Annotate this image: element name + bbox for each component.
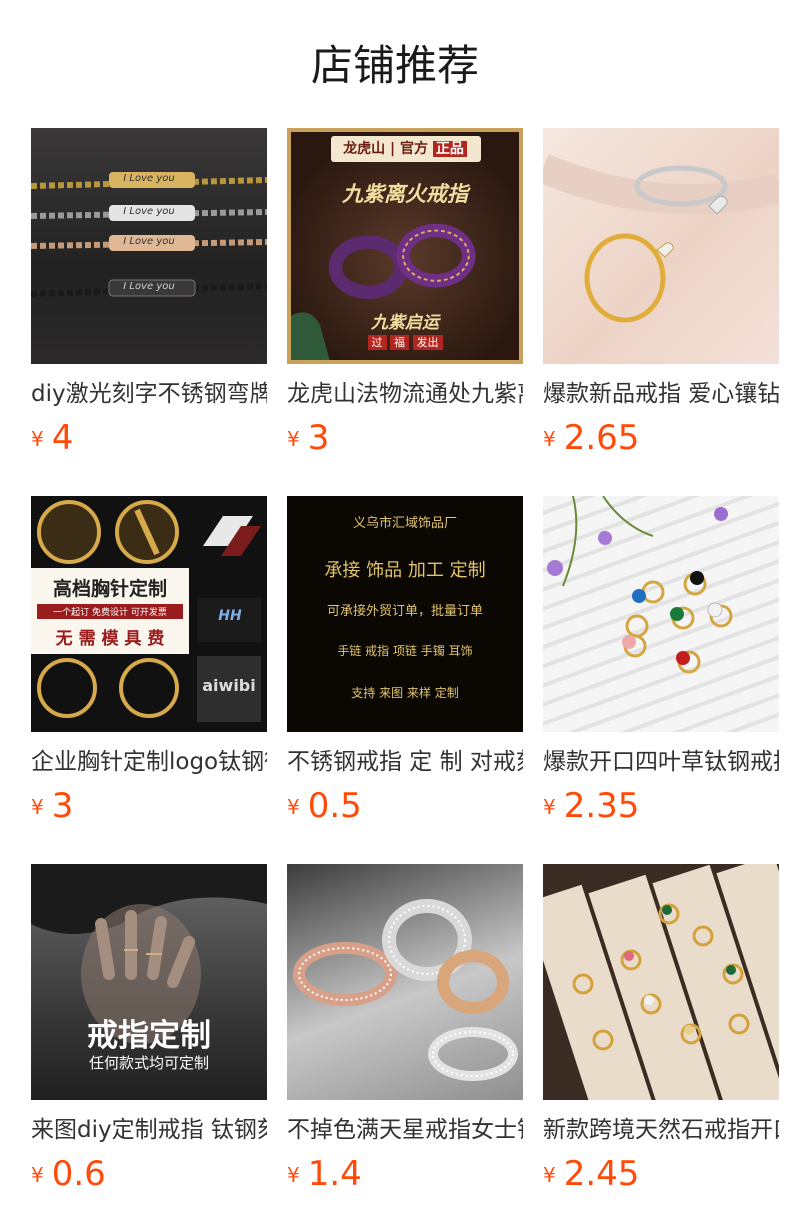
engraving-text-2: I Love you — [123, 206, 175, 217]
product-card[interactable]: I Love you I Love you I Love you I Love … — [31, 128, 267, 458]
product-image-factory-ad[interactable]: 义乌市汇域饰品厂 承接 饰品 加工 定制 可承接外贸订单，批量订单 手链 戒指 … — [287, 496, 523, 732]
clover-rings-illustration — [547, 496, 733, 674]
engraving-text-4: I Love you — [123, 281, 175, 292]
product-card[interactable]: 爆款新品戒指 爱心镶钻开口戒 ¥2.65 — [543, 128, 779, 458]
product-image-clover-rings[interactable] — [543, 496, 779, 732]
product-price: ¥3 — [287, 418, 330, 458]
engraving-text-1: I Love you — [123, 173, 175, 184]
ad-line-1: 义乌市汇域饰品厂 — [352, 516, 457, 531]
product-card[interactable]: 龙虎山 | 官方 正品 九紫离火戒指 九紫启运 过 福 发出 龙虎山法物流通处九… — [287, 128, 523, 458]
product-name[interactable]: diy激光刻字不锈钢弯牌手链 — [31, 378, 267, 410]
product-image-heart-rings[interactable] — [543, 128, 779, 364]
product-name[interactable]: 来图diy定制戒指 钛钢刻字 — [31, 1114, 267, 1146]
subline: 一个起订 免费设计 可开发票 — [37, 604, 183, 619]
engraving-text-3: I Love you — [123, 236, 175, 247]
headline: 高档胸针定制 — [52, 578, 167, 600]
heart-rings-illustration — [543, 154, 779, 323]
product-card[interactable]: 新款跨境天然石戒指开口 ¥2.45 — [543, 864, 779, 1194]
ad-line-3: 可承接外贸订单，批量订单 — [326, 604, 483, 619]
product-image-custom-ring[interactable]: 戒指定制 任何款式均可定制 — [31, 864, 267, 1100]
product-name[interactable]: 不锈钢戒指 定 制 对戒刻字 — [287, 746, 523, 778]
product-price: ¥2.45 — [543, 1154, 640, 1194]
product-price: ¥1.4 — [287, 1154, 362, 1194]
product-price: ¥0.5 — [287, 786, 362, 826]
section-title: 店铺推荐 — [310, 41, 479, 90]
product-price: ¥2.65 — [543, 418, 640, 458]
product-price: ¥0.6 — [31, 1154, 106, 1194]
slogan: 九紫启运 — [371, 313, 439, 333]
product-name[interactable]: 爆款新品戒指 爱心镶钻开口戒 — [543, 378, 779, 410]
product-image-bracelets[interactable]: I Love you I Love you I Love you I Love … — [31, 128, 267, 364]
product-image-starry-rings[interactable] — [287, 864, 523, 1100]
headline: 戒指定制 — [87, 1018, 211, 1054]
product-card[interactable]: 高档胸针定制 一个起订 免费设计 可开发票 无 需 模 具 费 HH aiwib… — [31, 496, 267, 826]
product-card[interactable]: 不掉色满天星戒指女士钛钢 ¥1.4 — [287, 864, 523, 1194]
product-name[interactable]: 龙虎山法物流通处九紫离火戒指 — [287, 378, 523, 410]
product-name[interactable]: 爆款开口四叶草钛钢戒指 — [543, 746, 779, 778]
product-price: ¥2.35 — [543, 786, 640, 826]
product-price: ¥3 — [31, 786, 74, 826]
product-card[interactable]: 爆款开口四叶草钛钢戒指 ¥2.35 — [543, 496, 779, 826]
subline: 任何款式均可定制 — [88, 1054, 209, 1072]
hh-badge: HH — [218, 608, 242, 624]
product-name[interactable]: 企业胸针定制logo钛钢徽章 — [31, 746, 267, 778]
stone-rings-illustration — [543, 864, 779, 1100]
product-image-stone-rings[interactable] — [543, 864, 779, 1100]
product-name[interactable]: 不掉色满天星戒指女士钛钢 — [287, 1114, 523, 1146]
logo-text: aiwibi — [202, 676, 256, 695]
product-card[interactable]: 戒指定制 任何款式均可定制 来图diy定制戒指 钛钢刻字 ¥0.6 — [31, 864, 267, 1194]
tag-row: 过 福 发出 — [291, 334, 519, 350]
product-price: ¥4 — [31, 418, 74, 458]
product-card[interactable]: 义乌市汇域饰品厂 承接 饰品 加工 定制 可承接外贸订单，批量订单 手链 戒指 … — [287, 496, 523, 826]
product-image-brooch[interactable]: 高档胸针定制 一个起订 免费设计 可开发票 无 需 模 具 费 HH aiwib… — [31, 496, 267, 732]
ad-line-2: 承接 饰品 加工 定制 — [324, 560, 486, 581]
starry-rings-illustration — [293, 899, 518, 1081]
product-name[interactable]: 新款跨境天然石戒指开口 — [543, 1114, 779, 1146]
ad-line-5: 支持 来图 来样 定制 — [351, 686, 459, 700]
ad-line-4: 手链 戒指 项链 手镯 耳饰 — [337, 644, 473, 658]
footer-text: 无 需 模 具 费 — [55, 629, 165, 649]
product-image-jiuzi-ring[interactable]: 龙虎山 | 官方 正品 九紫离火戒指 九紫启运 过 福 发出 — [287, 128, 523, 364]
